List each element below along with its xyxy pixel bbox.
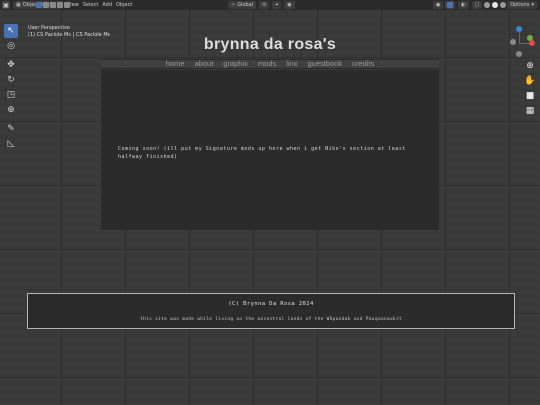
transform-orientation-dropdown[interactable]: ⊹ Global — [228, 1, 257, 9]
viewport-icon: ▣ — [3, 1, 9, 9]
annotate-icon[interactable]: ✎ — [4, 122, 18, 136]
proportional-edit-toggle[interactable]: ◉ — [284, 1, 295, 9]
cursor-icon[interactable]: ◎ — [4, 39, 18, 53]
pivot-icon: ⊙ — [262, 2, 267, 8]
orientation-label: Global — [237, 2, 254, 8]
nav-guestbook[interactable]: guestbook — [308, 60, 343, 68]
gizmo-icon — [447, 2, 454, 8]
footer-panel: (C) Brynna Da Rosa 2024 this site was ma… — [27, 293, 515, 329]
xray-toggle[interactable]: ▢ — [471, 1, 483, 9]
wireframe-shading-icon[interactable] — [484, 2, 491, 8]
xray-icon: ▢ — [474, 2, 480, 8]
perspective-label: User Perspective — [28, 25, 70, 31]
menu-select[interactable]: Select — [83, 2, 98, 8]
selection-mode-buttons — [36, 2, 70, 8]
gizmo-neg-z-axis[interactable] — [516, 51, 522, 57]
snap-icon: ⌖ — [275, 2, 279, 8]
pan-hand-icon[interactable]: ✋ — [524, 75, 536, 87]
gizmo-toggle[interactable] — [445, 1, 456, 9]
select-intersect-icon[interactable] — [64, 2, 70, 8]
menu-object[interactable]: Object — [116, 2, 132, 8]
content-text: Coming soon! (ill put my Signature mods … — [118, 146, 406, 160]
orientation-icon: ⊹ — [231, 2, 236, 8]
select-new-icon[interactable] — [36, 2, 42, 8]
overlay-icon: ◐ — [461, 2, 466, 8]
grid-icon[interactable]: ▦ — [524, 105, 536, 117]
nav-graphix[interactable]: graphix — [223, 60, 248, 68]
editor-type-button[interactable]: ▣ — [2, 1, 10, 9]
left-toolbar: ↖ ◎ ✥ ↻ ◳ ⊕ ✎ ◺ — [4, 24, 18, 152]
site-title: brynna da rosa's — [203, 36, 337, 53]
gizmo-x-axis[interactable] — [529, 40, 535, 46]
pivot-dropdown[interactable]: ⊙ — [259, 1, 270, 9]
rotate-icon[interactable]: ↻ — [4, 73, 18, 87]
visibility-dropdown[interactable]: ◉ — [433, 1, 444, 9]
proportional-edit-icon: ◉ — [287, 2, 292, 8]
eye-icon: ◉ — [436, 2, 441, 8]
collection-label: (1) CS Paclole Mc | CS Paclole Mc — [28, 32, 111, 38]
transform-icon[interactable]: ⊕ — [4, 103, 18, 117]
move-icon[interactable]: ✥ — [4, 58, 18, 72]
navigation-gizmo[interactable] — [508, 20, 538, 60]
select-subtract-icon[interactable] — [50, 2, 56, 8]
options-dropdown[interactable]: Options ▾ — [507, 1, 537, 9]
scale-icon[interactable]: ◳ — [4, 88, 18, 102]
gizmo-neg-x-axis[interactable] — [510, 39, 516, 45]
object-mode-icon: ▦ — [16, 2, 21, 8]
footer-land-acknowledgement: this site was made while living on the a… — [140, 317, 402, 322]
camera-icon[interactable]: ■ — [524, 90, 536, 102]
snap-toggle[interactable]: ⌖ — [272, 1, 282, 9]
menu-add[interactable]: Add — [102, 2, 112, 8]
solid-shading-icon[interactable] — [492, 2, 499, 8]
select-invert-icon[interactable] — [57, 2, 63, 8]
nav-credits[interactable]: credits — [352, 60, 374, 68]
header-bar: ▣ ▦ Object Mode View Select Add Object ⊹… — [0, 0, 540, 10]
viewport-info: User Perspective (1) CS Paclole Mc | CS … — [28, 25, 110, 39]
measure-icon[interactable]: ◺ — [4, 137, 18, 151]
content-panel: Coming soon! (ill put my Signature mods … — [101, 70, 439, 230]
chevron-down-icon: ▾ — [531, 2, 534, 8]
select-box-icon[interactable]: ↖ — [4, 24, 18, 38]
nav-linx[interactable]: linx — [286, 60, 297, 68]
viewport-nav-buttons: ⊕ ✋ ■ ▦ — [524, 60, 536, 120]
zoom-icon[interactable]: ⊕ — [524, 60, 536, 72]
nav-home[interactable]: home — [166, 60, 185, 68]
nav-mods[interactable]: mods — [258, 60, 276, 68]
nav-about[interactable]: about — [195, 60, 214, 68]
site-nav: home about graphix mods linx guestbook c… — [101, 59, 439, 69]
overlay-toggle[interactable]: ◐ — [458, 1, 469, 9]
gizmo-z-axis[interactable] — [516, 26, 522, 32]
select-extend-icon[interactable] — [43, 2, 49, 8]
options-label: Options — [510, 2, 530, 8]
footer-copyright: (C) Brynna Da Rosa 2024 — [228, 301, 314, 307]
